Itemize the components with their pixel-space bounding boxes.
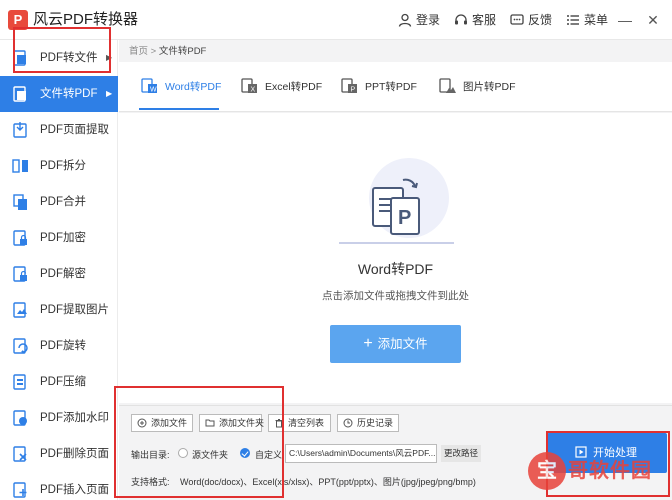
sidebar-item-add-watermark[interactable]: PDF添加水印	[0, 400, 118, 436]
highlight-box-tab	[13, 27, 111, 73]
sidebar-item-label: PDF解密	[40, 268, 86, 280]
svg-text:P: P	[351, 87, 356, 94]
compress-icon	[13, 374, 26, 390]
login-button[interactable]: 登录	[398, 12, 442, 28]
split-icon	[12, 159, 28, 173]
plus-icon: +	[363, 335, 373, 352]
close-button[interactable]: ✕	[644, 10, 662, 30]
clear-list-label: 清空列表	[288, 418, 325, 428]
image-extract-icon	[13, 302, 27, 318]
sidebar-item-decrypt[interactable]: PDF解密	[0, 256, 118, 292]
breadcrumb: 首页 > 文件转PDF	[129, 46, 206, 58]
output-path-field[interactable]: C:\Users\admin\Documents\风云PDF...	[285, 444, 437, 463]
tab-word-to-pdf[interactable]: W Word转PDF	[141, 74, 221, 100]
rotate-icon	[13, 338, 28, 354]
svg-text:X: X	[251, 87, 256, 94]
history-label: 历史记录	[357, 418, 394, 428]
lock-icon	[13, 230, 27, 246]
page-extract-icon	[13, 122, 27, 138]
tab-label: PPT转PDF	[365, 81, 417, 93]
tab-bar: W Word转PDF X Excel转PDF P PPT转PDF 图片转PDF	[119, 62, 672, 112]
document-convert-icon	[13, 86, 26, 102]
feedback-button[interactable]: 反馈	[510, 12, 554, 28]
highlight-box-controls	[114, 386, 284, 498]
sidebar-item-label: PDF删除页面	[40, 448, 109, 460]
active-tab-indicator	[139, 108, 219, 110]
tab-label: Word转PDF	[165, 81, 222, 93]
drop-hint: 点击添加文件或拖拽文件到此处	[322, 290, 469, 302]
breadcrumb-separator: >	[150, 46, 157, 57]
sidebar-item-label: PDF压缩	[40, 376, 86, 388]
tab-excel-to-pdf[interactable]: X Excel转PDF	[241, 74, 323, 100]
image-doc-icon	[439, 78, 456, 93]
breadcrumb-home[interactable]: 首页	[129, 46, 148, 57]
merge-icon	[13, 194, 27, 210]
watermark-badge: 宝	[528, 452, 566, 490]
sidebar-item-label: PDF旋转	[40, 340, 86, 352]
sidebar-item-encrypt[interactable]: PDF加密	[0, 220, 118, 256]
tab-label: 图片转PDF	[463, 81, 516, 93]
customer-service-button[interactable]: 客服	[454, 12, 498, 28]
sidebar-item-delete-pages[interactable]: PDF删除页面	[0, 436, 118, 472]
chevron-right-icon: ▶	[106, 89, 113, 98]
minimize-button[interactable]: —	[616, 10, 634, 30]
history-button[interactable]: 历史记录	[337, 414, 399, 432]
sidebar-item-label: PDF页面提取	[40, 124, 109, 136]
sidebar-item-label: PDF合并	[40, 196, 86, 208]
watermark-icon	[13, 410, 27, 426]
sidebar-item-label: PDF添加水印	[40, 412, 109, 424]
sidebar-item-file-to-pdf[interactable]: 文件转PDF ▶	[0, 76, 118, 112]
menu-button[interactable]: 菜单	[566, 12, 610, 28]
sidebar-item-split[interactable]: PDF拆分	[0, 148, 118, 184]
sidebar-item-label: 文件转PDF	[40, 88, 98, 100]
breadcrumb-current: 文件转PDF	[158, 46, 207, 57]
word-doc-icon: W	[141, 78, 157, 94]
drop-title: Word转PDF	[357, 261, 434, 277]
watermark-text: 哥软件园	[568, 460, 652, 482]
chat-icon	[510, 14, 524, 25]
unlock-icon	[13, 266, 27, 282]
tab-ppt-to-pdf[interactable]: P PPT转PDF	[341, 74, 421, 100]
sidebar: PDF转文件 ▶ 文件转PDF ▶ PDF页面提取 PDF拆分 PDF合并 PD…	[0, 40, 118, 500]
menu-icon	[567, 15, 579, 25]
change-path-button[interactable]: 更改路径	[441, 445, 481, 462]
excel-doc-icon: X	[241, 78, 257, 94]
login-label: 登录	[416, 13, 441, 27]
headset-icon	[455, 14, 467, 25]
insert-page-icon	[13, 482, 27, 498]
tab-label: Excel转PDF	[265, 81, 323, 93]
svg-text:P: P	[398, 207, 411, 229]
add-file-button[interactable]: + 添加文件	[330, 325, 461, 363]
svg-text:W: W	[150, 87, 157, 94]
sidebar-item-label: PDF插入页面	[40, 484, 109, 496]
word-to-pdf-illustration: P	[339, 158, 454, 244]
site-watermark: 宝 哥软件园	[528, 452, 664, 492]
delete-page-icon	[13, 446, 27, 462]
ppt-doc-icon: P	[341, 78, 357, 94]
service-label: 客服	[472, 13, 497, 27]
add-file-label: 添加文件	[377, 337, 428, 351]
sidebar-item-label: PDF拆分	[40, 160, 86, 172]
sidebar-item-page-extract[interactable]: PDF页面提取	[0, 112, 118, 148]
sidebar-item-extract-images[interactable]: PDF提取图片	[0, 292, 118, 328]
sidebar-item-label: PDF加密	[40, 232, 86, 244]
sidebar-item-rotate[interactable]: PDF旋转	[0, 328, 118, 364]
sidebar-item-insert-pages[interactable]: PDF插入页面	[0, 472, 118, 500]
menu-label: 菜单	[584, 13, 609, 27]
drop-zone[interactable]: P Word转PDF 点击添加文件或拖拽文件到此处 + 添加文件	[119, 113, 672, 403]
user-icon	[398, 13, 412, 27]
feedback-label: 反馈	[528, 13, 553, 27]
tab-image-to-pdf[interactable]: 图片转PDF	[439, 74, 519, 100]
sidebar-item-merge[interactable]: PDF合并	[0, 184, 118, 220]
sidebar-item-label: PDF提取图片	[40, 304, 109, 316]
sidebar-item-compress[interactable]: PDF压缩	[0, 364, 118, 400]
clock-icon	[343, 418, 353, 428]
